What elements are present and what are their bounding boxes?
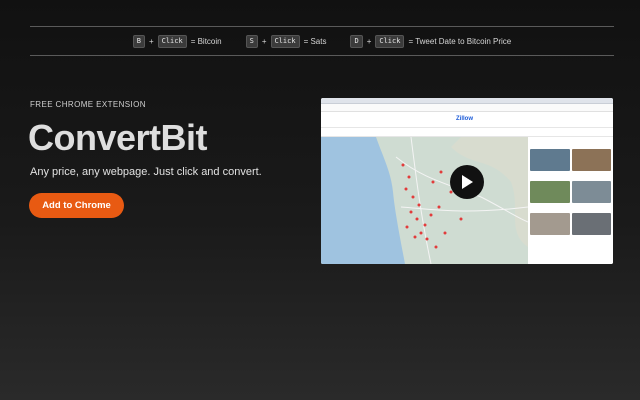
listing-caption bbox=[530, 235, 570, 243]
listing-header bbox=[530, 139, 611, 149]
listing-photo bbox=[530, 213, 570, 235]
listing-caption bbox=[572, 203, 612, 211]
key-d: D bbox=[350, 34, 363, 48]
listing-panel bbox=[528, 137, 613, 264]
play-triangle-icon bbox=[462, 175, 473, 189]
listing-caption bbox=[572, 235, 612, 243]
tagline: Any price, any webpage. Just click and c… bbox=[30, 166, 262, 178]
key-s: S bbox=[245, 34, 258, 48]
key-b: B bbox=[132, 34, 145, 48]
listing-photo bbox=[530, 149, 570, 171]
listing-grid bbox=[530, 149, 611, 243]
key-click: Click bbox=[375, 34, 405, 48]
filter-bar bbox=[321, 128, 613, 137]
site-logo: Zillow bbox=[456, 116, 473, 122]
shortcut-tweet-date: D + Click = Tweet Date to Bitcoin Price bbox=[350, 34, 512, 48]
shortcut-result: = Tweet Date to Bitcoin Price bbox=[408, 36, 512, 46]
shortcut-sats: S + Click = Sats bbox=[245, 34, 327, 48]
shortcut-result: = Bitcoin bbox=[190, 36, 222, 46]
key-click: Click bbox=[157, 34, 187, 48]
eyebrow-label: FREE CHROME EXTENSION bbox=[30, 100, 146, 109]
plus-sign: + bbox=[261, 36, 267, 46]
listing-photo bbox=[571, 181, 611, 203]
map-area bbox=[321, 137, 528, 264]
listing-card bbox=[530, 213, 570, 243]
listing-photo bbox=[571, 213, 611, 235]
shortcut-bar: B + Click = Bitcoin S + Click = Sats D +… bbox=[30, 26, 614, 56]
listing-card bbox=[571, 213, 612, 243]
play-icon[interactable] bbox=[450, 165, 484, 199]
listing-photo bbox=[530, 181, 570, 203]
listing-card bbox=[571, 149, 612, 179]
shortcut-bitcoin: B + Click = Bitcoin bbox=[132, 34, 222, 48]
shortcut-result: = Sats bbox=[303, 36, 327, 46]
listing-card bbox=[530, 181, 570, 211]
page-title: ConvertBit bbox=[28, 117, 208, 158]
listing-photo bbox=[571, 149, 611, 171]
listing-card bbox=[530, 149, 570, 179]
listing-card bbox=[571, 181, 612, 211]
plus-sign: + bbox=[366, 36, 372, 46]
plus-sign: + bbox=[148, 36, 154, 46]
key-click: Click bbox=[270, 34, 300, 48]
browser-url-bar bbox=[321, 104, 613, 112]
listing-caption bbox=[572, 171, 612, 179]
listing-caption bbox=[530, 171, 570, 179]
add-to-chrome-button[interactable]: Add to Chrome bbox=[29, 193, 124, 218]
listing-caption bbox=[530, 203, 570, 211]
site-nav-bar: Zillow bbox=[321, 112, 613, 128]
